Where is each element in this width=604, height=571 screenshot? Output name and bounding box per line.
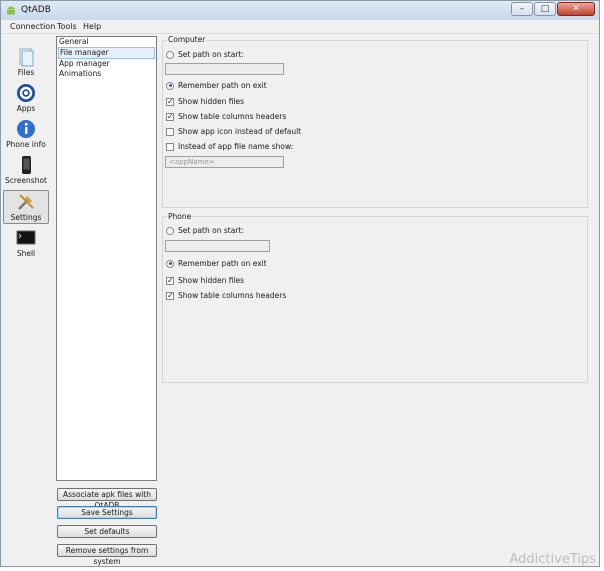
- menu-connection[interactable]: Connection: [10, 22, 55, 31]
- settings-icon: [18, 194, 34, 210]
- nav-file-manager[interactable]: File manager: [58, 47, 155, 59]
- files-icon: [19, 48, 34, 67]
- set-defaults-button[interactable]: Set defaults: [57, 525, 157, 538]
- nav-general[interactable]: General: [57, 37, 156, 47]
- tool-screenshot[interactable]: Screenshot: [3, 154, 49, 188]
- checkbox-checked[interactable]: ✓: [166, 112, 174, 121]
- apps-icon: [17, 84, 35, 102]
- phone-info-icon: [17, 120, 35, 138]
- phone-group-title: Phone: [167, 212, 193, 221]
- appname-input[interactable]: <appName>: [165, 156, 284, 168]
- menu-tools[interactable]: Tools: [57, 22, 77, 31]
- window-title: QtADB: [21, 5, 51, 15]
- computer-show-columns-checkbox[interactable]: ✓ Show table columns headers: [166, 111, 286, 122]
- computer-instead-of-name-checkbox[interactable]: Instead of app file name show:: [166, 141, 293, 152]
- radio-button[interactable]: [166, 226, 174, 235]
- radio-button-selected[interactable]: [166, 259, 174, 268]
- associate-apk-button[interactable]: Associate apk files with QtADB: [57, 488, 157, 510]
- nav-animations[interactable]: Animations: [57, 69, 156, 79]
- checkbox-checked[interactable]: ✓: [166, 276, 174, 285]
- close-button[interactable]: ✕: [557, 2, 595, 16]
- phone-show-columns-checkbox[interactable]: ✓ Show table columns headers: [166, 290, 286, 301]
- radio-button[interactable]: [166, 50, 174, 59]
- save-settings-button[interactable]: Save Settings: [57, 506, 157, 519]
- tool-phone-info[interactable]: Phone info: [3, 118, 49, 152]
- watermark: AddictiveTips: [509, 552, 596, 567]
- menu-bar: Connection Tools Help: [1, 20, 599, 34]
- shell-icon: [16, 230, 36, 245]
- title-bar: QtADB – □ ✕: [1, 1, 599, 21]
- android-app-icon: [7, 6, 15, 15]
- tool-shell[interactable]: Shell: [3, 227, 49, 261]
- checkbox-unchecked[interactable]: [166, 142, 174, 151]
- tool-settings[interactable]: Settings: [3, 190, 49, 224]
- computer-show-app-icon-checkbox[interactable]: Show app icon instead of default: [166, 126, 301, 137]
- computer-set-path-option[interactable]: Set path on start:: [166, 49, 244, 60]
- screenshot-icon: [22, 156, 31, 174]
- phone-remember-path-option[interactable]: Remember path on exit: [166, 258, 267, 269]
- settings-category-list: General File manager App manager Animati…: [56, 36, 157, 481]
- nav-app-manager[interactable]: App manager: [57, 59, 156, 69]
- menu-help[interactable]: Help: [83, 22, 101, 31]
- phone-show-hidden-checkbox[interactable]: ✓ Show hidden files: [166, 275, 244, 286]
- minimize-button[interactable]: –: [511, 2, 533, 16]
- phone-path-input[interactable]: [165, 240, 270, 252]
- maximize-button[interactable]: □: [534, 2, 556, 16]
- checkbox-checked[interactable]: ✓: [166, 97, 174, 106]
- computer-path-input[interactable]: [165, 63, 284, 75]
- tool-apps[interactable]: Apps: [3, 82, 49, 116]
- checkbox-unchecked[interactable]: [166, 127, 174, 136]
- computer-remember-path-option[interactable]: Remember path on exit: [166, 80, 267, 91]
- remove-settings-button[interactable]: Remove settings from system: [57, 544, 157, 566]
- tool-files[interactable]: Files: [3, 46, 49, 80]
- checkbox-checked[interactable]: ✓: [166, 291, 174, 300]
- computer-show-hidden-checkbox[interactable]: ✓ Show hidden files: [166, 96, 244, 107]
- computer-group-title: Computer: [167, 35, 207, 44]
- radio-button-selected[interactable]: [166, 81, 174, 90]
- phone-set-path-option[interactable]: Set path on start:: [166, 225, 244, 236]
